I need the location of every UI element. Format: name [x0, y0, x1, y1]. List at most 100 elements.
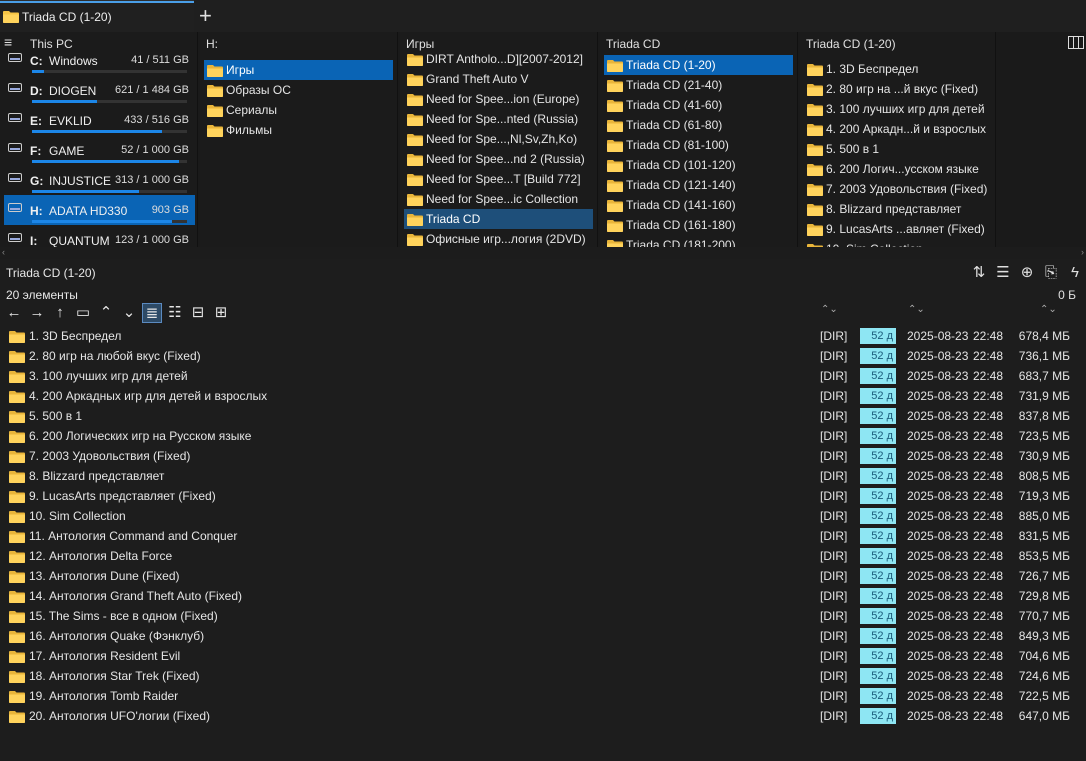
column-layout-icon[interactable] [1068, 36, 1084, 49]
horizontal-scrollbar[interactable]: ‹ › [0, 247, 1086, 259]
folder-item[interactable]: Need for Spee...T [Build 772] [404, 169, 593, 189]
table-row[interactable]: 14. Антология Grand Theft Auto (Fixed) [D… [0, 586, 1086, 606]
folder-item[interactable]: Need for Spee...ion (Europe) [404, 89, 593, 109]
view-tiles-icon[interactable]: ⊞ [211, 303, 231, 323]
table-row[interactable]: 12. Антология Delta Force [DIR] 52 д 2025-0… [0, 546, 1086, 566]
clipboard-icon[interactable]: ⎘ [1042, 264, 1060, 282]
table-row[interactable]: 8. Blizzard представляет [DIR] 52 д 2025-08… [0, 466, 1086, 486]
table-row[interactable]: 17. Антология Resident Evil [DIR] 52 д 2025… [0, 646, 1086, 666]
folder-item[interactable]: Игры [204, 60, 393, 80]
drive-item[interactable]: E: EVKLID 433 / 516 GB [4, 105, 195, 135]
row-time: 22:48 [973, 489, 1004, 503]
back-arrow-icon[interactable]: ← [4, 303, 24, 323]
up-arrow-icon[interactable]: ↑ [50, 303, 70, 323]
table-row[interactable]: 7. 2003 Удовольствия (Fixed) [DIR] 52 д 202… [0, 446, 1086, 466]
folder-item[interactable]: Образы ОС [204, 80, 393, 100]
folder-item[interactable]: DIRT Antholo...D][2007-2012] [404, 49, 593, 69]
folder-item[interactable]: Need for Spe...,Nl,Sv,Zh,Ko) [404, 129, 593, 149]
drive-item[interactable]: D: DIOGEN 621 / 1 484 GB [4, 75, 195, 105]
table-row[interactable]: 19. Антология Tomb Raider [DIR] 52 д 2025-0… [0, 686, 1086, 706]
table-row[interactable]: 15. The Sims - все в одном (Fixed) [DIR] 5… [0, 606, 1086, 626]
table-row[interactable]: 20. Антология UFO'логии (Fixed) [DIR] 52 д… [0, 706, 1086, 726]
lightning-icon[interactable]: ϟ [1066, 264, 1084, 282]
tab-triada-1-20[interactable]: Triada CD (1-20) [0, 0, 194, 32]
sort-date-icon[interactable]: ⌃⌄ [908, 304, 925, 315]
forward-arrow-icon[interactable]: → [27, 303, 47, 323]
folder-item[interactable]: 1. 3D Беспредел [804, 59, 991, 79]
folder-item[interactable]: Triada CD (161-180) [604, 215, 793, 235]
table-row[interactable]: 1. 3D Беспредел [DIR] 52 д 2025-08-23 22:48 6… [0, 326, 1086, 346]
folder-item[interactable]: Grand Theft Auto V [404, 69, 593, 89]
folder-item[interactable]: Triada CD (141-160) [604, 195, 793, 215]
drive-item[interactable]: F: GAME 52 / 1 000 GB [4, 135, 195, 165]
view-tree-icon[interactable]: ⊟ [188, 303, 208, 323]
folder-item[interactable]: 9. LucasArts ...авляет (Fixed) [804, 219, 991, 239]
folder-item[interactable]: Triada CD (121-140) [604, 175, 793, 195]
folder-item[interactable]: 6. 200 Логич...усском языке [804, 159, 991, 179]
folder-item[interactable]: 4. 200 Аркадн...й и взрослых [804, 119, 991, 139]
row-type: [DIR] [820, 389, 848, 403]
details-list-icon[interactable]: ☰ [994, 264, 1012, 282]
new-tab-button[interactable]: + [199, 3, 212, 29]
folder-item[interactable]: Triada CD (101-120) [604, 155, 793, 175]
folder-item[interactable]: 5. 500 в 1 [804, 139, 991, 159]
table-row[interactable]: 13. Антология Dune (Fixed) [DIR] 52 д 2025-… [0, 566, 1086, 586]
view-details-icon[interactable]: ≣ [142, 303, 162, 323]
row-age-badge: 52 д [860, 668, 896, 684]
folder-item[interactable]: Triada CD (41-60) [604, 95, 793, 115]
sort-type-icon[interactable]: ⌃⌄ [821, 304, 838, 315]
row-age-badge: 52 д [860, 568, 896, 584]
row-age-badge: 52 д [860, 468, 896, 484]
folder-item[interactable]: Need for Spee...nd 2 (Russia) [404, 149, 593, 169]
new-folder-icon[interactable]: ▭ [73, 303, 93, 323]
folder-item[interactable]: Фильмы [204, 120, 393, 140]
row-name: 12. Антология Delta Force [29, 549, 173, 563]
add-icon[interactable]: ⊕ [1018, 264, 1036, 282]
table-row[interactable]: 10. Sim Collection [DIR] 52 д 2025-08-23 22:… [0, 506, 1086, 526]
scroll-left-icon[interactable]: ‹ [2, 247, 5, 257]
row-time: 22:48 [973, 709, 1004, 723]
folder-item[interactable]: Triada CD [404, 209, 593, 229]
drive-item[interactable]: C: Windows 41 / 511 GB [4, 45, 195, 75]
folder-item[interactable]: 10. Sim Collection [804, 239, 991, 247]
miller-columns: ≡ This PC C: Windows 41 / 511 GB D: DIOGEN 62… [0, 32, 1086, 247]
table-row[interactable]: 9. LucasArts представляет (Fixed) [DIR] 52… [0, 486, 1086, 506]
table-row[interactable]: 4. 200 Аркадных игр для детей и взрослых… [0, 386, 1086, 406]
drive-item[interactable]: I: QUANTUM 123 / 1 000 GB [4, 225, 195, 247]
view-list-icon[interactable]: ☷ [165, 303, 185, 323]
folder-item[interactable]: 2. 80 игр на ...й вкус (Fixed) [804, 79, 991, 99]
table-row[interactable]: 6. 200 Логических игр на Русском языке [D… [0, 426, 1086, 446]
sort-size-icon[interactable]: ⌃⌄ [1040, 304, 1057, 315]
panel-actions: ⇅ ☰ ⊕ ⎘ ϟ [970, 264, 1084, 282]
drive-item[interactable]: H: ADATA HD330 903 GB [4, 195, 195, 225]
chevron-down-icon[interactable]: ⌄ [119, 303, 139, 323]
folder-item[interactable]: 8. Blizzard представляет [804, 199, 991, 219]
folder-item[interactable]: Triada CD (181-200) [604, 235, 793, 247]
row-age-badge: 52 д [860, 688, 896, 704]
table-row[interactable]: 3. 100 лучших игр для детей [DIR] 52 д 2025… [0, 366, 1086, 386]
row-type: [DIR] [820, 549, 848, 563]
folder-item[interactable]: Need for Spee...ic Collection [404, 189, 593, 209]
folder-item[interactable]: Сериалы [204, 100, 393, 120]
drive-size: 123 / 1 000 GB [115, 234, 189, 246]
table-row[interactable]: 2. 80 игр на любой вкус (Fixed) [DIR] 52 д… [0, 346, 1086, 366]
folder-item[interactable]: Triada CD (21-40) [604, 75, 793, 95]
table-row[interactable]: 5. 500 в 1 [DIR] 52 д 2025-08-23 22:48 837,8 … [0, 406, 1086, 426]
folder-item[interactable]: 7. 2003 Удовольствия (Fixed) [804, 179, 991, 199]
folder-icon [9, 370, 25, 383]
folder-item[interactable]: Офисные игр...логия (2DVD) [404, 229, 593, 247]
drive-item[interactable]: G: INJUSTICE 313 / 1 000 GB [4, 165, 195, 195]
sort-icon[interactable]: ⇅ [970, 264, 988, 282]
scroll-right-icon[interactable]: › [1081, 247, 1084, 257]
folder-item[interactable]: 3. 100 лучших игр для детей [804, 99, 991, 119]
folder-item[interactable]: Triada CD (61-80) [604, 115, 793, 135]
table-row[interactable]: 18. Антология Star Trek (Fixed) [DIR] 52 д… [0, 666, 1086, 686]
folder-icon [9, 490, 25, 503]
chevron-up-icon[interactable]: ⌃ [96, 303, 116, 323]
folder-item[interactable]: Triada CD (81-100) [604, 135, 793, 155]
folder-item[interactable]: Need for Spe...nted (Russia) [404, 109, 593, 129]
table-row[interactable]: 11. Антология Command and Conquer [DIR] 52… [0, 526, 1086, 546]
folder-item[interactable]: Triada CD (1-20) [604, 55, 793, 75]
folder-icon [407, 213, 423, 226]
table-row[interactable]: 16. Антология Quake (Фэнклуб) [DIR] 52 д 20… [0, 626, 1086, 646]
